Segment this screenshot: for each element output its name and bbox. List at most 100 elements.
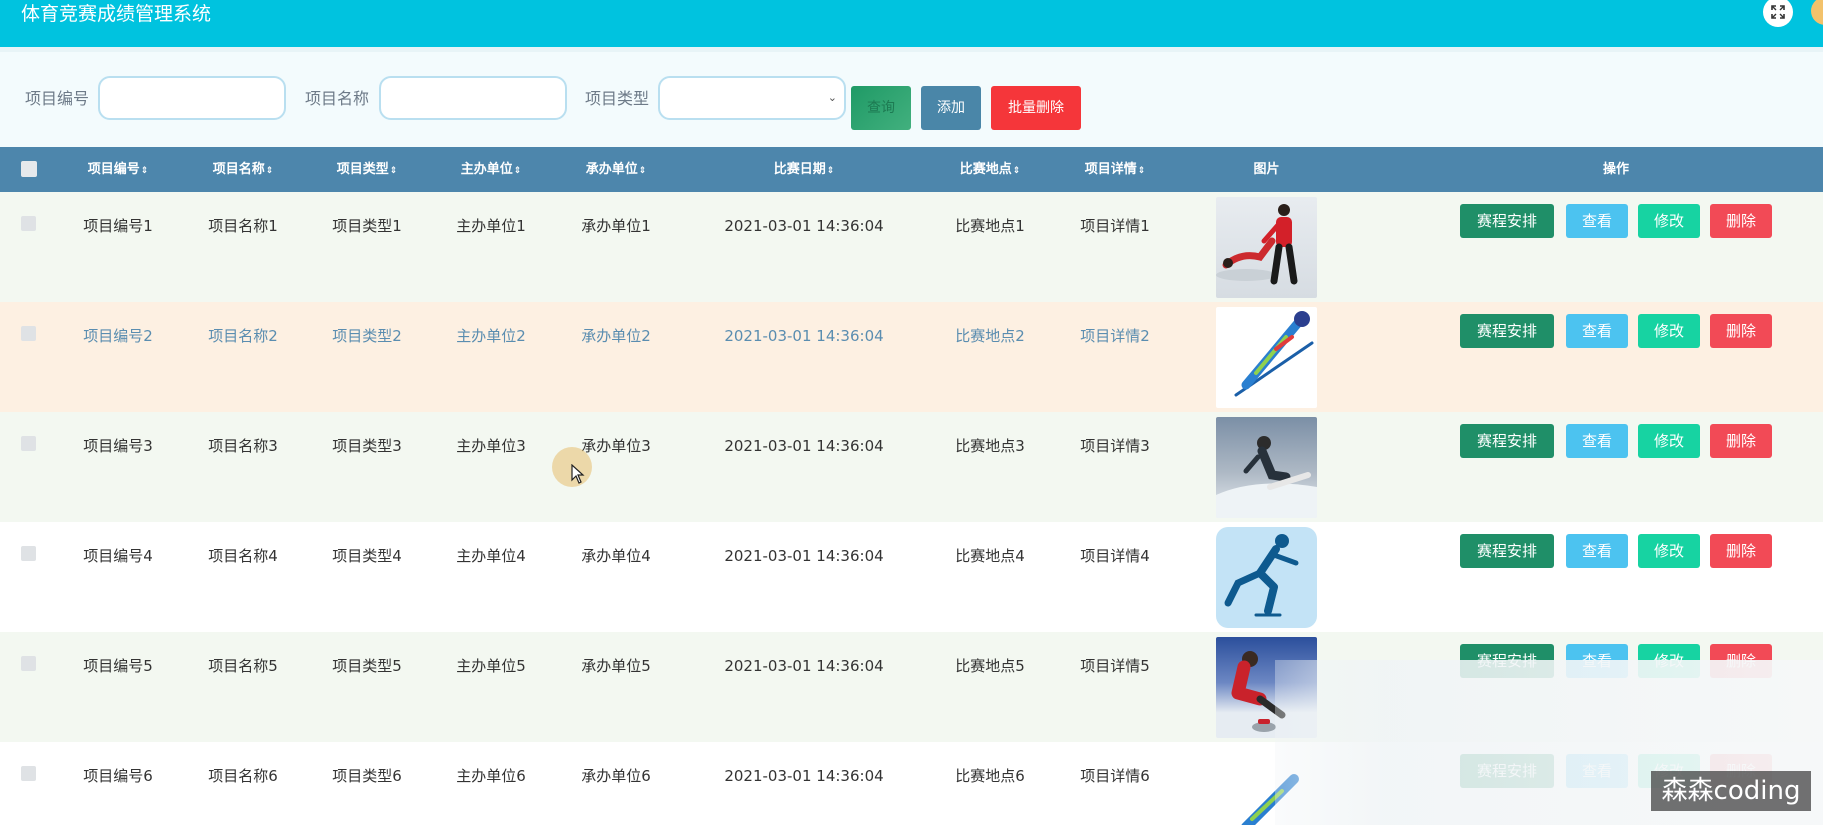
cell-organizer: 承办单位2 (581, 327, 651, 345)
sort-icon: ⇕ (513, 166, 522, 176)
snowboarder-image[interactable] (1216, 417, 1317, 518)
cell-code: 项目编号2 (83, 327, 153, 345)
schedule-button[interactable]: 赛程安排 (1460, 424, 1554, 458)
cell-venue: 比赛地点3 (955, 437, 1025, 455)
view-button[interactable]: 查看 (1566, 424, 1628, 458)
watermark: 森森coding (1651, 771, 1811, 811)
ski-jump-pictogram-image[interactable] (1216, 307, 1317, 408)
cell-detail: 项目详情5 (1080, 657, 1150, 675)
edit-button[interactable]: 修改 (1638, 204, 1700, 238)
col-header-host[interactable]: 主办单位⇕ (441, 147, 541, 192)
cell-organizer: 承办单位6 (581, 767, 651, 785)
cell-date: 2021-03-01 14:36:04 (724, 547, 884, 565)
col-header-name[interactable]: 项目名称⇕ (193, 147, 293, 192)
cell-detail: 项目详情3 (1080, 437, 1150, 455)
figure-skating-pair-image[interactable] (1216, 197, 1317, 298)
cell-type: 项目类型3 (332, 437, 402, 455)
cell-venue: 比赛地点1 (955, 217, 1025, 235)
row-checkbox[interactable] (21, 766, 36, 781)
cell-date: 2021-03-01 14:36:04 (724, 657, 884, 675)
cell-detail: 项目详情6 (1080, 767, 1150, 785)
table-row: 项目编号1 项目名称1 项目类型1 主办单位1 承办单位1 2021-03-01… (0, 192, 1823, 302)
type-label: 项目类型 (585, 89, 650, 108)
col-header-actions: 操作 (1602, 162, 1629, 177)
cell-type: 项目类型1 (332, 217, 402, 235)
delete-button[interactable]: 删除 (1710, 424, 1772, 458)
cell-host: 主办单位2 (456, 327, 526, 345)
cell-type: 项目类型2 (332, 327, 402, 345)
row-checkbox[interactable] (21, 546, 36, 561)
add-button[interactable]: 添加 (921, 86, 981, 130)
view-button[interactable]: 查看 (1566, 314, 1628, 348)
cell-detail: 项目详情1 (1080, 217, 1150, 235)
cell-date: 2021-03-01 14:36:04 (724, 217, 884, 235)
col-header-detail[interactable]: 项目详情⇕ (1065, 147, 1165, 192)
sort-icon: ⇕ (265, 166, 274, 176)
edit-button[interactable]: 修改 (1638, 424, 1700, 458)
cell-host: 主办单位5 (456, 657, 526, 675)
cell-type: 项目类型5 (332, 657, 402, 675)
row-checkbox[interactable] (21, 216, 36, 231)
sort-icon: ⇕ (826, 166, 835, 176)
select-all-checkbox[interactable] (21, 161, 37, 177)
col-header-date[interactable]: 比赛日期⇕ (729, 147, 879, 192)
cell-venue: 比赛地点4 (955, 547, 1025, 565)
row-checkbox[interactable] (21, 326, 36, 341)
row-checkbox[interactable] (21, 656, 36, 671)
cell-date: 2021-03-01 14:36:04 (724, 327, 884, 345)
col-header-organizer[interactable]: 承办单位⇕ (566, 147, 666, 192)
view-button[interactable]: 查看 (1566, 534, 1628, 568)
cell-name: 项目名称6 (208, 767, 278, 785)
cell-name: 项目名称1 (208, 217, 278, 235)
app-title: 体育竞赛成绩管理系统 (21, 3, 212, 25)
mouse-pointer-icon (571, 464, 585, 484)
cell-organizer: 承办单位1 (581, 217, 651, 235)
sort-icon: ⇕ (140, 166, 149, 176)
table-header: 项目编号⇕ 项目名称⇕ 项目类型⇕ 主办单位⇕ 承办单位⇕ 比赛日期⇕ 比赛地点… (0, 147, 1823, 192)
col-header-venue[interactable]: 比赛地点⇕ (940, 147, 1040, 192)
delete-button[interactable]: 删除 (1710, 534, 1772, 568)
query-button[interactable]: 查询 (851, 86, 911, 130)
name-input[interactable] (379, 76, 567, 120)
cell-organizer: 承办单位5 (581, 657, 651, 675)
speed-skating-pictogram-image[interactable] (1216, 527, 1317, 628)
cell-venue: 比赛地点6 (955, 767, 1025, 785)
expand-icon (1771, 5, 1785, 19)
cell-host: 主办单位3 (456, 437, 526, 455)
type-select[interactable]: ⌄ (658, 76, 846, 120)
app-header: 体育竞赛成绩管理系统 (0, 0, 1823, 47)
cell-name: 项目名称2 (208, 327, 278, 345)
cell-detail: 项目详情4 (1080, 547, 1150, 565)
batch-delete-button[interactable]: 批量删除 (991, 86, 1081, 130)
col-header-image: 图片 (1253, 162, 1280, 177)
view-button[interactable]: 查看 (1566, 204, 1628, 238)
code-input[interactable] (98, 76, 286, 120)
schedule-button[interactable]: 赛程安排 (1460, 314, 1554, 348)
cell-host: 主办单位6 (456, 767, 526, 785)
edit-button[interactable]: 修改 (1638, 534, 1700, 568)
col-header-code[interactable]: 项目编号⇕ (68, 147, 168, 192)
sort-icon: ⇕ (1137, 166, 1146, 176)
fullscreen-button[interactable] (1763, 0, 1793, 27)
cell-host: 主办单位1 (456, 217, 526, 235)
chevron-down-icon: ⌄ (827, 91, 837, 104)
cell-date: 2021-03-01 14:36:04 (724, 437, 884, 455)
edge-avatar (1811, 0, 1823, 25)
table-row: 项目编号2 项目名称2 项目类型2 主办单位2 承办单位2 2021-03-01… (0, 302, 1823, 412)
edit-button[interactable]: 修改 (1638, 314, 1700, 348)
cell-type: 项目类型6 (332, 767, 402, 785)
cell-date: 2021-03-01 14:36:04 (724, 767, 884, 785)
schedule-button[interactable]: 赛程安排 (1460, 534, 1554, 568)
table-row: 项目编号3 项目名称3 项目类型3 主办单位3 承办单位3 2021-03-01… (0, 412, 1823, 522)
cell-venue: 比赛地点2 (955, 327, 1025, 345)
row-checkbox[interactable] (21, 436, 36, 451)
cell-code: 项目编号5 (83, 657, 153, 675)
schedule-button[interactable]: 赛程安排 (1460, 204, 1554, 238)
cell-organizer: 承办单位4 (581, 547, 651, 565)
code-label: 项目编号 (25, 89, 90, 108)
delete-button[interactable]: 删除 (1710, 204, 1772, 238)
col-header-type[interactable]: 项目类型⇕ (317, 147, 417, 192)
delete-button[interactable]: 删除 (1710, 314, 1772, 348)
cell-code: 项目编号3 (83, 437, 153, 455)
cell-name: 项目名称5 (208, 657, 278, 675)
